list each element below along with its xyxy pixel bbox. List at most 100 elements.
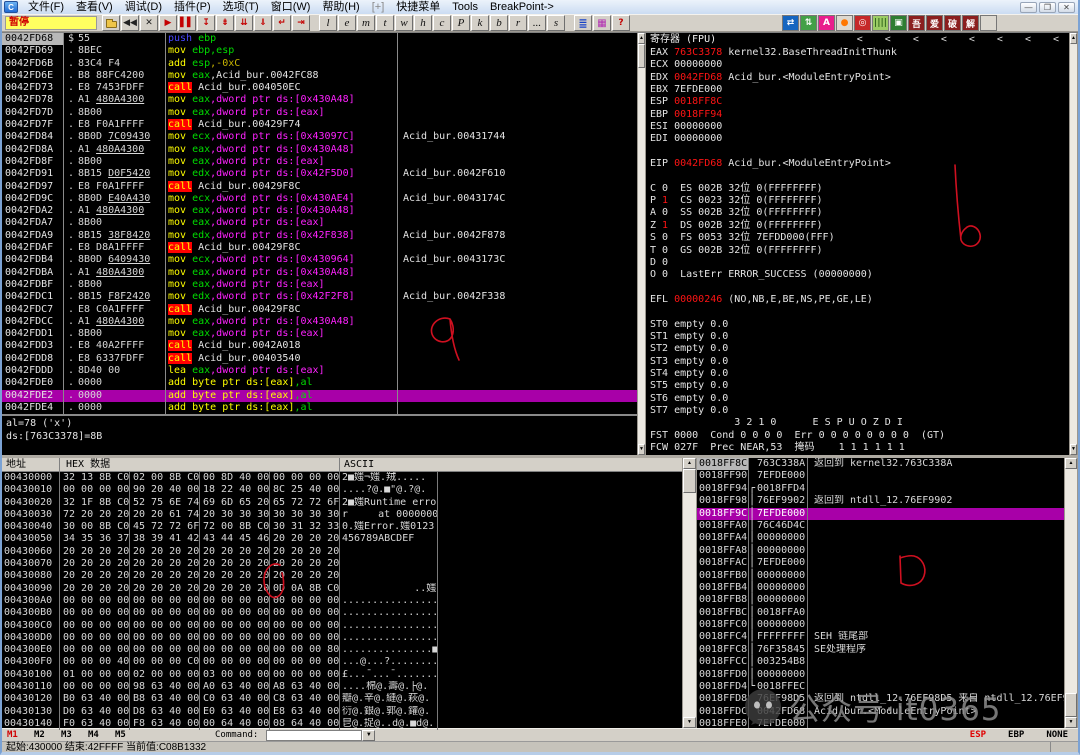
stack-row[interactable]: 0018FFB4│00000000 [697,582,1064,594]
dump-row[interactable]: 0043006020 20 20 2020 20 20 2020 20 20 2… [2,546,682,558]
dump-row[interactable]: 004300F000 00 00 4000 00 00 C000 00 00 0… [2,656,682,668]
stack-scrollbar[interactable]: ▲ ▼ [1064,458,1078,728]
menu-item-p[interactable]: 插件(P) [168,1,217,14]
memory-dump-pane[interactable]: 地址 HEX 数据 ASCII 0043000032 13 8B C002 00… [2,458,682,728]
register-line[interactable]: ST0 empty 0.0 [646,319,1069,331]
register-line[interactable]: EBP 0018FF94 [646,109,1069,121]
register-line[interactable]: EDI 00000000 [646,133,1069,145]
dump-row[interactable]: 0043004030 00 8B C045 72 72 6F72 00 8B C… [2,521,682,533]
plugin-jie-icon[interactable]: 解 [962,15,979,31]
disassembly-pane[interactable]: 0042FD68$55push ebp0042FD69.8BECmov ebp,… [2,33,637,455]
register-line[interactable] [646,306,1069,318]
register-line[interactable]: EAX 763C3378 kernel32.BaseThreadInitThun… [646,47,1069,59]
register-line[interactable]: ST5 empty 0.0 [646,380,1069,392]
toolbar-letter-w[interactable]: w [395,15,413,31]
register-line[interactable]: O 0 LastErr ERROR_SUCCESS (00000000) [646,269,1069,281]
memory-tab-m4[interactable]: M4 [83,730,110,740]
disasm-row[interactable]: 0042FD8A.A1 480A4300mov eax,dword ptr ds… [2,144,637,156]
trace-into-button[interactable]: ⇊ [235,15,253,31]
stack-pane[interactable]: 0018FF8C 763C338A返回到 kernel32.763C338A00… [697,458,1064,728]
toolbar-letter-t[interactable]: t [376,15,394,31]
disasm-scrollbar[interactable]: ▲ ▼ [637,33,646,455]
log-list-icon[interactable]: ≣ [574,15,592,31]
toolbar-letter-c[interactable]: c [433,15,451,31]
register-line[interactable]: FST 0000 Cond 0 0 0 0 Err 0 0 0 0 0 0 0 … [646,430,1069,442]
stack-row[interactable]: 0018FFB0│00000000 [697,570,1064,582]
restore-button[interactable]: ❐ [1039,2,1056,13]
plugin-target-icon[interactable]: ◎ [854,15,871,31]
dump-scrollbar[interactable]: ▲ ▼ [682,458,697,728]
menu-item-[interactable]: [+] [366,1,391,14]
disasm-row[interactable]: 0042FDA7.8B00mov eax,dword ptr ds:[eax] [2,217,637,229]
disasm-row[interactable]: 0042FD73.E8 7453FDFFcall Acid_bur.004050… [2,82,637,94]
stack-row[interactable]: 0018FFC0│00000000 [697,619,1064,631]
disasm-row[interactable]: 0042FD8F.8B00mov eax,dword ptr ds:[eax] [2,156,637,168]
stack-row[interactable]: 0018FFD4└0018FFEC [697,681,1064,693]
disasm-row[interactable]: 0042FD6E.B8 88FC4200mov eax,Acid_bur.004… [2,70,637,82]
plugin-green-box-icon[interactable]: ▣ [890,15,907,31]
disasm-row[interactable]: 0042FDBF.8B00mov eax,dword ptr ds:[eax] [2,279,637,291]
stack-row[interactable]: 0018FFA4│00000000 [697,532,1064,544]
pulldown-mark[interactable]: < [857,33,863,47]
registers-pane[interactable]: 寄存器 (FPU) <<<<<<<< EAX 763C3378 kernel32… [646,33,1069,455]
disasm-row[interactable]: 0042FDA9.8B15 38F8420mov edx,dword ptr d… [2,230,637,242]
dump-row[interactable]: 0043008020 20 20 2020 20 20 2020 20 20 2… [2,570,682,582]
stack-row[interactable]: 0018FFBC│0018FFA0 [697,607,1064,619]
dump-row[interactable]: 00430130D0 63 40 00D8 63 40 00E0 63 40 0… [2,706,682,718]
windows-icon[interactable]: ▦ [593,15,611,31]
register-line[interactable]: EBX 7EFDE000 [646,84,1069,96]
menu-item-f[interactable]: 文件(F) [22,1,70,14]
stack-row[interactable]: 0018FFA0│76C46D4C [697,520,1064,532]
stack-row[interactable]: 0018FF90 7EFDE000 [697,470,1064,482]
register-line[interactable]: T 0 GS 002B 32位 0(FFFFFFFF) [646,245,1069,257]
execute-till-return-button[interactable]: ↵ [273,15,291,31]
register-line[interactable]: ST4 empty 0.0 [646,368,1069,380]
dump-row[interactable]: 00430140F0 63 40 00F8 63 40 0000 64 40 0… [2,718,682,730]
disasm-row[interactable]: 0042FDE2.0000add byte ptr ds:[eax],al [2,390,637,402]
disasm-row[interactable]: 0042FD78.A1 480A4300mov eax,dword ptr ds… [2,94,637,106]
pulldown-mark[interactable]: < [997,33,1003,47]
restart-button[interactable]: ◀◀ [121,15,139,31]
plugin-swap-icon[interactable]: ⇄ [782,15,799,31]
register-line[interactable]: 3 2 1 0 E S P U O Z D I [646,417,1069,429]
register-line[interactable] [646,146,1069,158]
registers-scrollbar[interactable]: ▲ ▼ [1069,33,1078,455]
toolbar-letter-r[interactable]: r [509,15,527,31]
memory-tab-m5[interactable]: M5 [110,730,137,740]
memory-tab-m1[interactable]: M1 [2,730,29,740]
pulldown-mark[interactable]: < [941,33,947,47]
menu-item-v[interactable]: 查看(V) [70,1,119,14]
menu-item-t[interactable]: 选项(T) [217,1,265,14]
disasm-row[interactable]: 0042FD84.8B0D 7C09430mov ecx,dword ptr d… [2,131,637,143]
register-line[interactable]: ST6 empty 0.0 [646,393,1069,405]
toolbar-letter-h[interactable]: h [414,15,432,31]
disasm-row[interactable]: 0042FD91.8B15 D0F5420mov edx,dword ptr d… [2,168,637,180]
plugin-orange-dot-icon[interactable]: ● [836,15,853,31]
stack-row[interactable]: 0018FF8C 763C338A返回到 kernel32.763C338A [697,458,1064,470]
pause-button[interactable]: ▌▌ [178,15,196,31]
disasm-row[interactable]: 0042FDE4.0000add byte ptr ds:[eax],al [2,402,637,414]
scroll-thumb[interactable] [1065,693,1077,717]
stack-row[interactable]: 0018FFC8│76F35845SE处理程序 [697,644,1064,656]
pulldown-mark[interactable]: < [1053,33,1059,47]
disasm-row[interactable]: 0042FD68$55push ebp [2,33,637,45]
register-line[interactable]: ESI 00000000 [646,121,1069,133]
dump-row[interactable]: 004300C000 00 00 0000 00 00 0000 00 00 0… [2,620,682,632]
stack-row[interactable]: 0018FFD0│00000000 [697,669,1064,681]
register-line[interactable]: ST2 empty 0.0 [646,343,1069,355]
stack-row[interactable]: 0018FF94┌0018FFD4 [697,483,1064,495]
menu-item-h[interactable]: 帮助(H) [316,1,365,14]
dump-row[interactable]: 0043003072 20 20 2020 20 61 7420 30 30 3… [2,509,682,521]
stack-row[interactable]: 0018FFCC│003254B8 [697,656,1064,668]
toolbar-letter-k[interactable]: k [471,15,489,31]
register-line[interactable]: D 0 [646,257,1069,269]
disasm-row[interactable]: 0042FDAF.E8 D8A1FFFFcall Acid_bur.00429F… [2,242,637,254]
step-into-button[interactable]: ↧ [197,15,215,31]
scroll-thumb[interactable] [638,44,645,68]
disasm-row[interactable]: 0042FDA2.A1 480A4300mov eax,dword ptr ds… [2,205,637,217]
dump-row[interactable]: 004300B000 00 00 0000 00 00 0000 00 00 0… [2,607,682,619]
register-line[interactable]: EFL 00000246 (NO,NB,E,BE,NS,PE,GE,LE) [646,294,1069,306]
minimize-button[interactable]: — [1020,2,1037,13]
dump-row[interactable]: 0043007020 20 20 2020 20 20 2020 20 20 2… [2,558,682,570]
stack-row[interactable]: 0018FFD8 76EF98D5返回到 ntdll_12.76EF98D5 来… [697,693,1064,705]
